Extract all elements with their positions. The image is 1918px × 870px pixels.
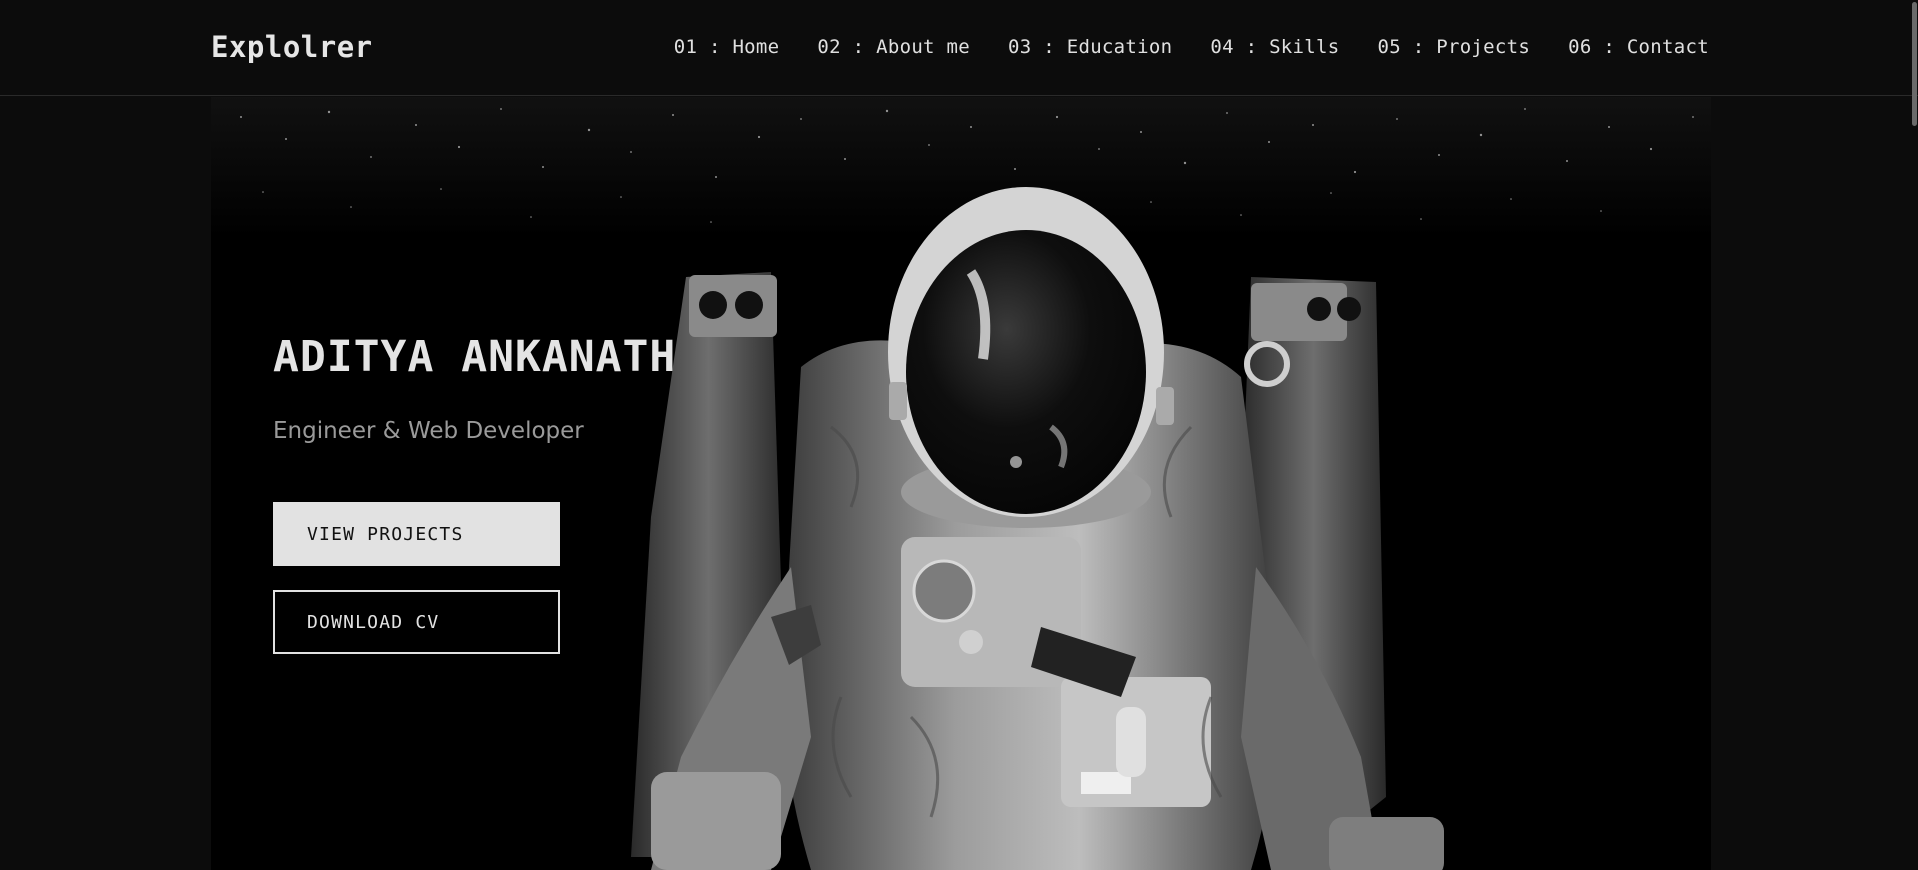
nav-link-skills[interactable]: 04 : Skills — [1210, 36, 1339, 58]
nav-link-about[interactable]: 02 : About me — [817, 36, 970, 58]
nav-link-contact[interactable]: 06 : Contact — [1568, 36, 1709, 58]
nav-link-home[interactable]: 01 : Home — [674, 36, 780, 58]
main-nav: 01 : Home 02 : About me 03 : Education 0… — [674, 36, 1709, 58]
site-logo[interactable]: Explolrer — [211, 30, 373, 64]
astronaut-image — [211, 97, 1711, 870]
hero-subtitle: Engineer & Web Developer — [273, 418, 584, 444]
download-cv-button[interactable]: DOWNLOAD CV — [273, 590, 560, 654]
nav-link-projects[interactable]: 05 : Projects — [1378, 36, 1531, 58]
view-projects-button[interactable]: VIEW PROJECTS — [273, 502, 560, 566]
navbar: Explolrer 01 : Home 02 : About me 03 : E… — [0, 0, 1918, 96]
hero-name: ADITYA ANKANATH — [273, 332, 677, 382]
hero-section: ADITYA ANKANATH Engineer & Web Developer… — [211, 97, 1711, 870]
nav-link-education[interactable]: 03 : Education — [1008, 36, 1172, 58]
scrollbar-thumb[interactable] — [1912, 2, 1917, 126]
